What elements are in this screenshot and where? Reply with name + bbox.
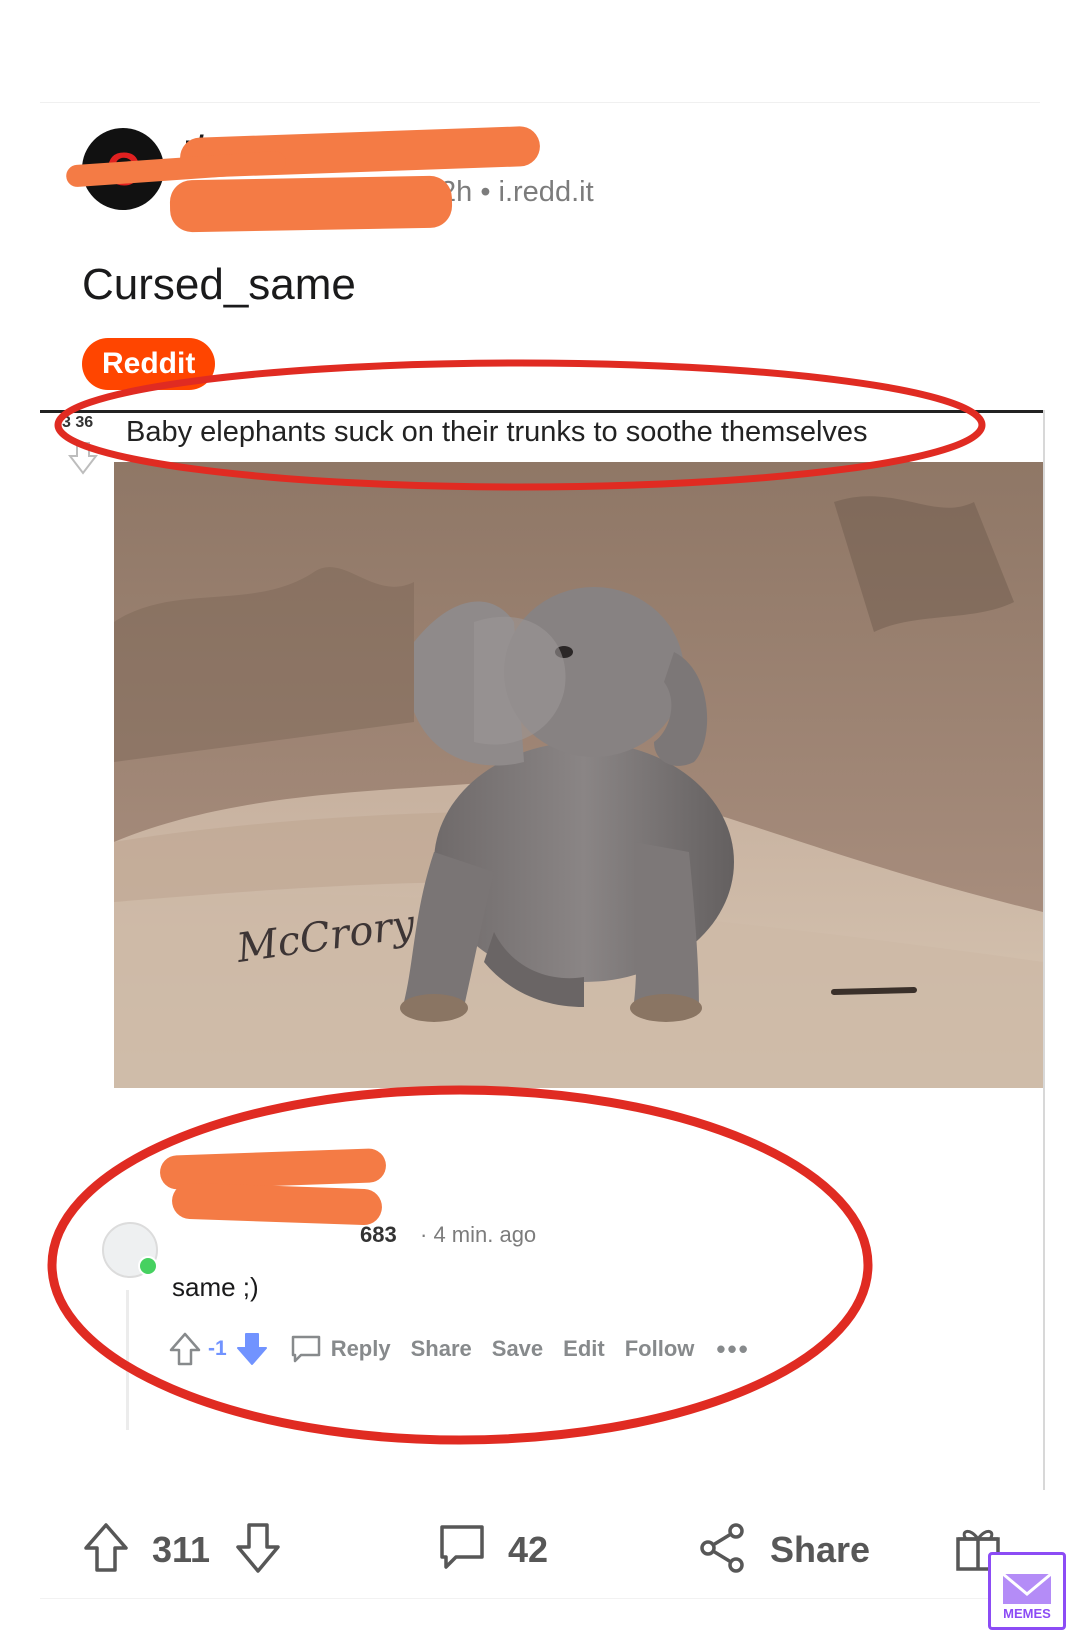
inner-downvote-icon <box>68 442 98 475</box>
screenshot-border <box>1043 410 1045 1490</box>
upvote-group: 311 <box>82 1520 282 1580</box>
upvote-icon[interactable] <box>82 1521 130 1580</box>
post-title[interactable]: Cursed_same <box>82 260 356 310</box>
inner-post-title: Baby elephants suck on their trunks to s… <box>126 416 868 448</box>
share-icon <box>698 1521 748 1580</box>
comments-button[interactable]: 42 <box>436 1520 548 1580</box>
embedded-screenshot[interactable]: 3 36 Baby elephants suck on their trunks… <box>40 410 1045 1490</box>
comment-more-button[interactable]: ••• <box>716 1334 749 1365</box>
top-divider <box>40 102 1040 103</box>
upvote-count: 311 <box>152 1529 211 1570</box>
elephant-photo: McCrory <box>114 462 1043 1088</box>
redaction-scribble <box>171 1182 383 1226</box>
memes-watermark-badge: MEMES <box>988 1552 1066 1630</box>
comment-body: same ;) <box>172 1272 259 1302</box>
inner-score: 3 36 <box>62 414 94 431</box>
comment-bubble-icon <box>436 1521 488 1580</box>
comment-follow-button[interactable]: Follow <box>625 1336 695 1362</box>
comment-count: 42 <box>508 1529 549 1570</box>
screenshot-border <box>40 410 1045 413</box>
post-flair[interactable]: Reddit <box>82 338 216 390</box>
comment-downvote-icon[interactable] <box>235 1331 269 1367</box>
comment-reply-icon[interactable] <box>289 1332 323 1366</box>
share-button[interactable]: Share <box>698 1520 870 1580</box>
envelope-icon <box>1002 1572 1052 1604</box>
comment-save-button[interactable]: Save <box>492 1336 543 1362</box>
comment-share-button[interactable]: Share <box>411 1336 472 1362</box>
comment-timestamp: · 4 min. ago <box>420 1222 537 1247</box>
comment-edit-button[interactable]: Edit <box>563 1336 605 1362</box>
commenter-username[interactable]: 683 <box>360 1222 397 1248</box>
post-page: C r/ 2h • i.redd.it Cursed_same Reddit 3… <box>0 0 1080 1647</box>
share-label: Share <box>770 1529 871 1570</box>
comment-vote-count: -1 <box>208 1337 227 1360</box>
comment-action-bar: -1 Reply Share Save Edit Follow ••• <box>168 1326 750 1372</box>
thread-line[interactable] <box>126 1290 129 1430</box>
bottom-divider <box>40 1598 1040 1599</box>
comment-upvote-icon[interactable] <box>168 1331 202 1367</box>
redaction-scribble <box>169 175 453 233</box>
downvote-icon[interactable] <box>234 1521 282 1580</box>
comment-reply-button[interactable]: Reply <box>331 1336 391 1362</box>
online-indicator <box>138 1256 158 1276</box>
post-meta: 2h • i.redd.it <box>440 176 594 208</box>
memes-badge-text: MEMES <box>1003 1606 1051 1621</box>
